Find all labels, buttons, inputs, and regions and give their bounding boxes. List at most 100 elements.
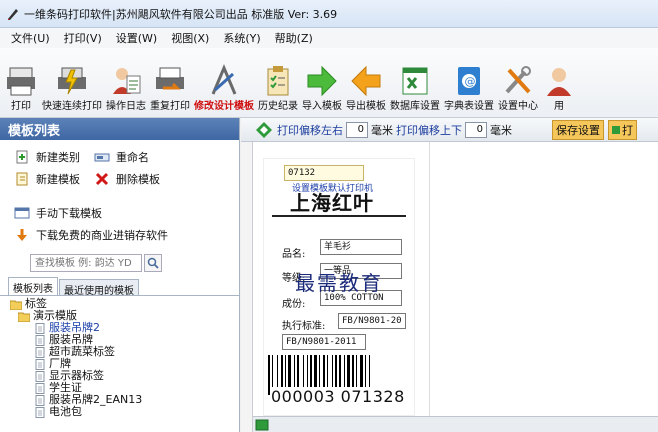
template-search-input[interactable] — [30, 254, 142, 272]
download-window-icon — [14, 207, 30, 219]
template-tree: 标签 演示模版 服装吊牌2 服装吊牌 超市蔬菜标签 厂牌 显示器标签 学生证 服装吊牌2_EAN… — [0, 296, 239, 418]
document-icon — [35, 334, 45, 346]
brand-text[interactable]: 上海红叶 — [290, 187, 374, 216]
export-arrow-icon — [351, 65, 381, 97]
tab-recent-templates[interactable]: 最近使用的模板 — [59, 279, 139, 297]
new-template-button[interactable]: 新建模板 — [36, 171, 80, 187]
tree-node[interactable]: 服装吊牌 — [8, 334, 239, 346]
toolbar-button-label: 重复打印 — [150, 101, 190, 112]
toolbar-button[interactable]: 快速连续打印 — [40, 47, 104, 117]
search-row — [0, 250, 239, 276]
toolbar-button[interactable]: 历史纪录 — [256, 47, 300, 117]
standard-value[interactable]: FB/N9801-20 — [338, 313, 406, 329]
folder-icon — [10, 300, 22, 310]
toolbar-button-label: 操作日志 — [106, 101, 146, 112]
print-button[interactable]: 打 — [608, 119, 637, 140]
menu-item[interactable]: 打印(V) — [57, 30, 109, 46]
tree-node[interactable]: 电池包 — [8, 406, 239, 418]
toolbar-button-label: 用 — [554, 101, 564, 112]
new-category-button[interactable]: 新建类别 — [36, 149, 80, 165]
toolbar-button[interactable]: 导入模板 — [300, 47, 344, 117]
standard-full[interactable]: FB/N9801-2011 — [282, 334, 366, 350]
reprint-icon — [156, 67, 184, 90]
menu-item[interactable]: 文件(U) — [4, 30, 57, 46]
fast-print-icon — [58, 67, 86, 95]
excel-icon — [402, 67, 428, 95]
menu-bar: 文件(U) 打印(V) 设置(W) 视图(X) 系统(Y) 帮助(Z) — [0, 28, 658, 48]
manual-download-row: 手动下载模板 — [0, 202, 239, 224]
offset-lr-unit: 毫米 — [371, 123, 393, 137]
toolbar-button-label: 打印 — [11, 101, 31, 112]
window-title: 一维条码打印软件|苏州飓风软件有限公司出品 标准版 Ver: 3.69 — [24, 7, 338, 21]
toolbar-button[interactable]: 设置中心 — [496, 47, 540, 117]
document-icon — [35, 358, 45, 370]
editor-statusbar — [253, 416, 658, 432]
toolbar-button[interactable]: 操作日志 — [104, 47, 148, 117]
offset-ud-input[interactable]: 0 — [465, 121, 487, 138]
tab-template-list[interactable]: 模板列表 — [8, 277, 58, 295]
material-label[interactable]: 成份: — [282, 295, 305, 310]
toolbar-button[interactable]: 用 — [540, 47, 578, 117]
toolbar-button-label: 修改设计模板 — [194, 101, 254, 112]
overlay-watermark: 最需教育 — [295, 271, 383, 295]
toolbar-button[interactable]: 导出模板 — [344, 47, 388, 117]
dictionary-icon: @ — [458, 67, 480, 95]
offset-lr-input[interactable]: 0 — [346, 121, 368, 138]
category-actions: 新建类别 重命名 — [0, 146, 239, 168]
tree-node[interactable]: 厂牌 — [8, 358, 239, 370]
menu-item[interactable]: 系统(Y) — [216, 30, 267, 46]
toolbar-button[interactable]: @ 字典表设置 — [442, 47, 496, 117]
delete-icon — [95, 172, 109, 186]
rename-button[interactable]: 重命名 — [116, 149, 149, 165]
code-field[interactable]: 07132 — [284, 165, 364, 181]
new-template-icon — [16, 172, 28, 186]
menu-item[interactable]: 视图(X) — [164, 30, 216, 46]
status-icon — [255, 419, 269, 431]
tree-node[interactable]: 显示器标签 — [8, 370, 239, 382]
name-value[interactable]: 羊毛衫 — [320, 239, 402, 255]
menu-item[interactable]: 设置(W) — [109, 30, 164, 46]
folder-icon — [18, 312, 30, 322]
offset-ud-unit: 毫米 — [490, 123, 512, 137]
toolbar-button[interactable]: 数据库设置 — [388, 47, 442, 117]
document-icon — [35, 382, 45, 394]
log-users-icon — [113, 68, 141, 94]
tree-node[interactable]: 服装吊牌2 — [8, 322, 239, 334]
document-icon — [35, 322, 45, 334]
tree-node[interactable]: 服装吊牌2_EAN13 — [8, 394, 239, 406]
move-diamond-icon[interactable] — [255, 121, 273, 139]
free-download-link[interactable]: 下载免费的商业进销存软件 — [36, 227, 168, 243]
save-settings-button[interactable]: 保存设置 — [552, 119, 604, 140]
panel-tabs: 模板列表 最近使用的模板 — [0, 277, 239, 297]
design-icon — [211, 64, 237, 95]
name-label[interactable]: 品名: — [282, 245, 305, 260]
manual-download-link[interactable]: 手动下载模板 — [36, 205, 102, 221]
toolbar-button-label: 快速连续打印 — [42, 101, 102, 112]
tree-node[interactable]: 超市蔬菜标签 — [8, 346, 239, 358]
barcode-number[interactable]: 000003 071328 — [270, 387, 406, 406]
clipboard-icon — [267, 66, 289, 96]
toolbar-button-label: 设置中心 — [498, 101, 538, 112]
app-icon — [8, 8, 18, 20]
toolbar-button-label: 导出模板 — [346, 101, 386, 112]
document-icon — [35, 346, 45, 358]
menu-item[interactable]: 帮助(Z) — [268, 30, 320, 46]
document-icon — [35, 406, 45, 418]
offset-ud-label: 打印偏移上下 — [396, 123, 462, 137]
delete-template-button[interactable]: 删除模板 — [116, 171, 160, 187]
toolbar-button[interactable]: 打印 — [2, 47, 40, 117]
free-download-row: 下载免费的商业进销存软件 — [0, 224, 239, 246]
toolbar-button[interactable]: 重复打印 — [148, 47, 192, 117]
toolbar-button-label: 字典表设置 — [444, 101, 494, 112]
toolbar-button-label: 数据库设置 — [390, 101, 440, 112]
tree-node[interactable]: 演示模版 — [8, 310, 239, 322]
panel-header: 模板列表 — [0, 118, 239, 140]
tree-node-label: 电池包 — [49, 405, 82, 418]
tools-icon — [505, 66, 531, 94]
search-button[interactable] — [144, 254, 162, 272]
title-bar: 一维条码打印软件|苏州飓风软件有限公司出品 标准版 Ver: 3.69 — [0, 0, 658, 28]
document-icon — [35, 394, 45, 406]
main-toolbar: 打印 快速连续打印 操作日志 重复打印 修改设计模板 历史纪录 导入模板 导出模板 数据库设置 @… — [0, 48, 658, 118]
standard-label[interactable]: 执行标准: — [282, 317, 325, 332]
toolbar-button[interactable]: 修改设计模板 — [192, 47, 256, 117]
